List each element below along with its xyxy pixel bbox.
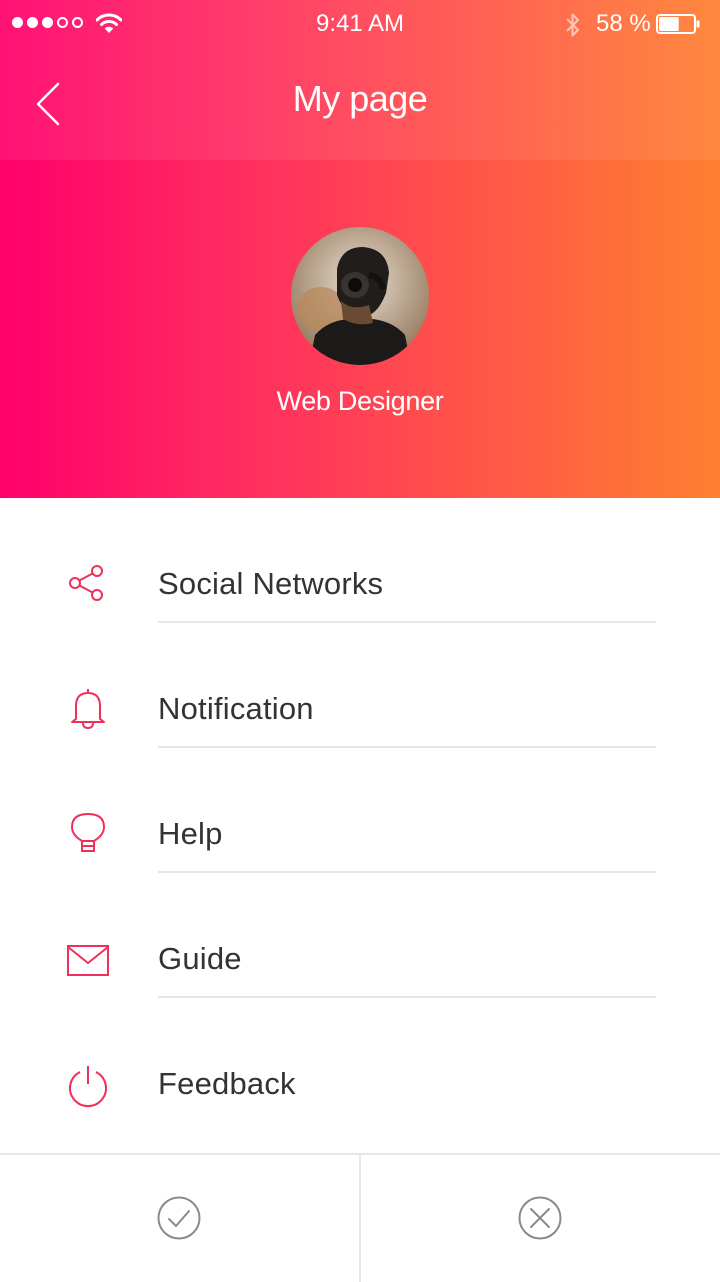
menu-item-label: Guide [158,941,242,976]
battery-icon [656,14,700,34]
menu-item-label: Notification [158,691,314,726]
power-icon [69,1066,107,1108]
menu-item-label: Help [158,816,223,851]
menu-item-social-networks[interactable]: Social Networks [0,498,720,623]
menu-item-feedback[interactable]: Feedback [0,998,720,1123]
action-bar [0,1153,720,1282]
cancel-button[interactable] [361,1155,720,1280]
profile-role: Web Designer [276,386,444,416]
battery-percent: 58 % [596,10,651,37]
menu-item-notification[interactable]: Notification [0,623,720,748]
close-circle-icon [518,1196,562,1240]
mail-icon [67,945,109,976]
page-title: My page [292,78,428,119]
menu-item-label: Feedback [158,1066,296,1101]
menu-item-guide[interactable]: Guide [0,873,720,998]
avatar[interactable] [291,227,429,365]
menu-item-help[interactable]: Help [0,748,720,873]
share-icon [69,565,103,601]
bell-icon [71,689,105,730]
bluetooth-icon [566,13,579,37]
confirm-button[interactable] [0,1155,359,1280]
check-circle-icon [157,1196,201,1240]
lightbulb-icon [71,813,105,852]
avatar-photo [291,227,429,365]
navigation-bar: My page [0,48,720,160]
status-bar: 9:41 AM 58 % [0,0,720,48]
menu-item-label: Social Networks [158,566,384,601]
